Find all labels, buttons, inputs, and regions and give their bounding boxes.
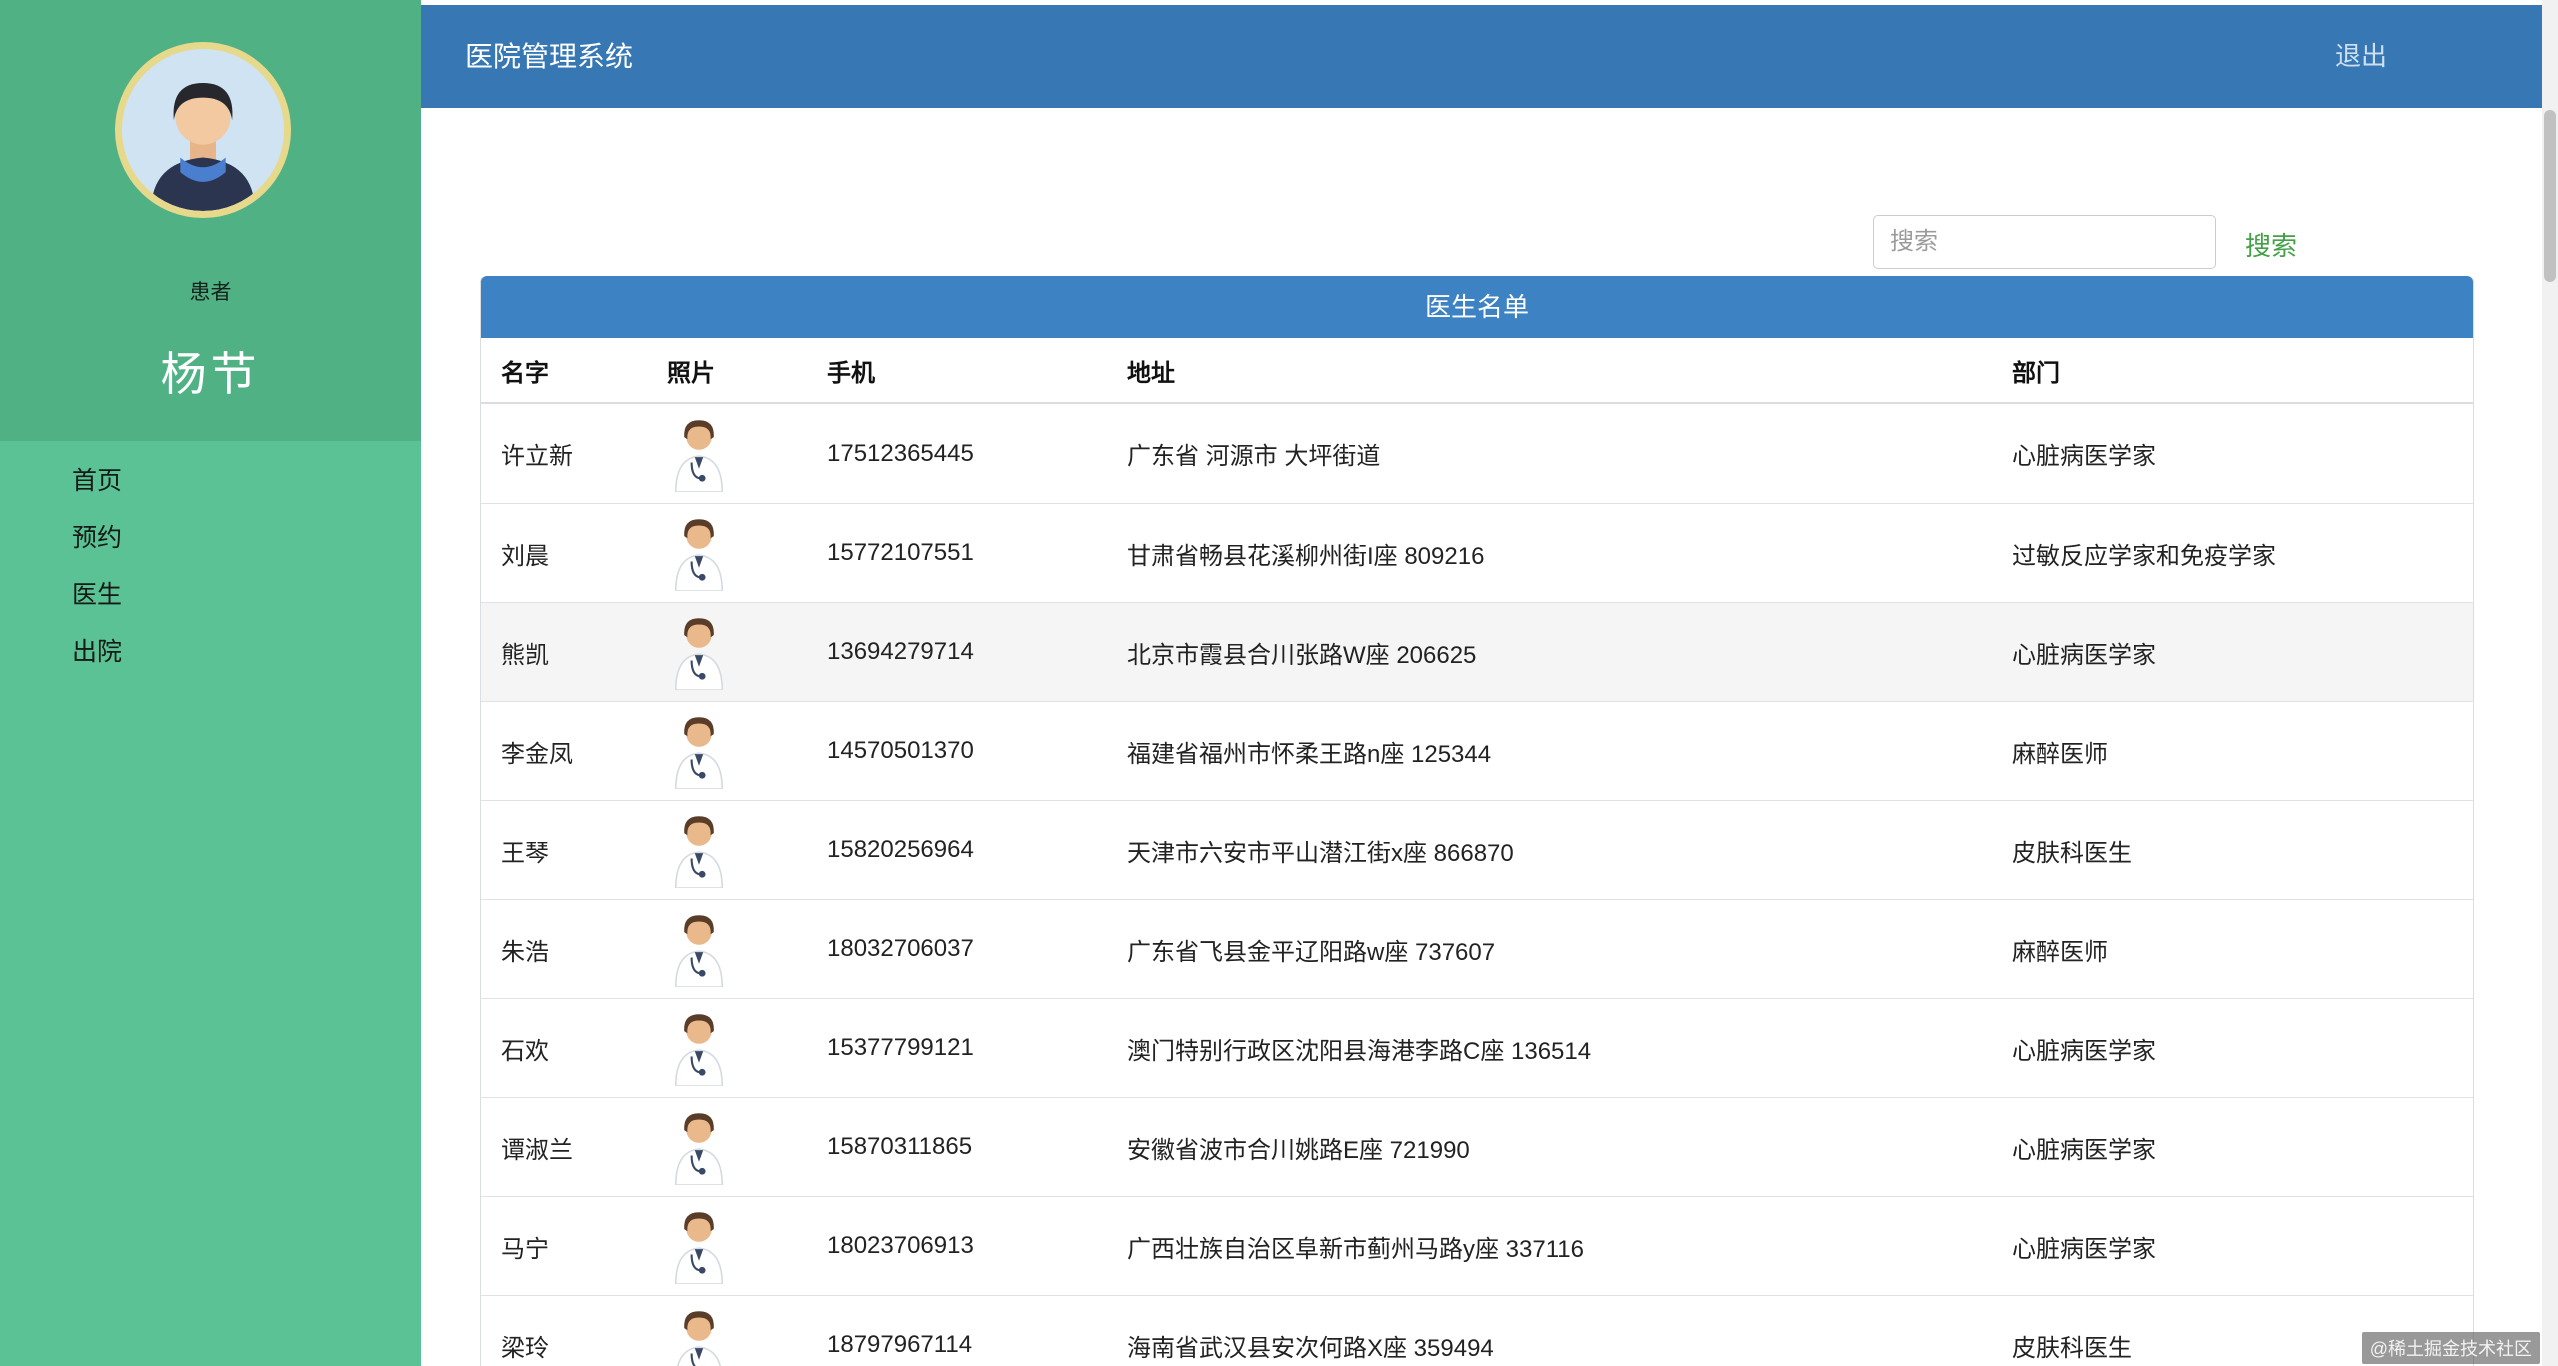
doctor-phone: 15772107551 (827, 539, 974, 566)
doctor-address: 澳门特别行政区沈阳县海港李路C座 136514 (1127, 1037, 1592, 1065)
doctor-photo-icon (647, 1109, 807, 1185)
doctor-name: 石欢 (501, 1037, 549, 1065)
doctor-phone: 18023706913 (827, 1232, 974, 1259)
sidebar-profile: 患者 杨节 (0, 0, 421, 441)
doctor-photo-icon (647, 1208, 807, 1284)
doctor-photo-icon (647, 911, 807, 987)
doctor-table-body: 许立新 17512365445 广东省 河源市 大坪街道 心脏病医学家 刘晨 1… (481, 404, 2473, 1366)
column-header-department: 部门 (2012, 359, 2060, 387)
doctor-name: 许立新 (501, 443, 573, 470)
doctor-photo-icon (647, 1010, 807, 1086)
doctor-list-panel: 医生名单 名字 照片 手机 地址 部门 许立新 17512365445 广东省 … (480, 276, 2474, 1366)
doctor-department: 心脏病医学家 (2012, 1037, 2156, 1065)
patient-name: 杨节 (160, 348, 261, 400)
doctor-address: 福建省福州市怀柔王路n座 125344 (1127, 740, 1492, 768)
doctor-name: 熊凯 (501, 641, 549, 669)
doctor-phone: 14570501370 (827, 737, 974, 764)
doctor-department: 心脏病医学家 (2012, 443, 2156, 470)
doctor-name: 马宁 (501, 1235, 549, 1263)
sidebar-item-doctor[interactable]: 医生 (0, 567, 421, 624)
doctor-name: 梁玲 (501, 1334, 549, 1362)
app-root: 患者 杨节 首页 预约 医生 出院 医院管理系统 退出 搜索 医生名单 名字 照… (0, 0, 2558, 1366)
doctor-phone: 18032706037 (827, 935, 974, 962)
column-header-address: 地址 (1127, 359, 1175, 387)
logout-button[interactable]: 退出 (2335, 5, 2387, 108)
doctor-name: 王琴 (501, 839, 549, 867)
table-row: 刘晨 15772107551 甘肃省畅县花溪柳州街I座 809216 过敏反应学… (481, 503, 2473, 602)
table-row: 谭淑兰 15870311865 安徽省波市合川姚路E座 721990 心脏病医学… (481, 1097, 2473, 1196)
sidebar: 患者 杨节 首页 预约 医生 出院 (0, 0, 421, 1366)
panel-title: 医生名单 (481, 276, 2473, 338)
sidebar-item-home[interactable]: 首页 (0, 453, 421, 510)
doctor-phone: 13694279714 (827, 638, 974, 665)
table-row: 石欢 15377799121 澳门特别行政区沈阳县海港李路C座 136514 心… (481, 998, 2473, 1097)
doctor-address: 安徽省波市合川姚路E座 721990 (1127, 1136, 1470, 1164)
doctor-department: 心脏病医学家 (2012, 1235, 2156, 1263)
doctor-phone: 18797967114 (827, 1331, 973, 1358)
doctor-department: 麻醉医师 (2012, 938, 2108, 966)
doctor-address: 广西壮族自治区阜新市蓟州马路y座 337116 (1127, 1235, 1584, 1263)
doctor-photo-icon (647, 1307, 807, 1366)
doctor-phone: 15820256964 (827, 836, 974, 863)
table-row: 朱浩 18032706037 广东省飞县金平辽阳路w座 737607 麻醉医师 (481, 899, 2473, 998)
app-title: 医院管理系统 (465, 41, 634, 72)
doctor-department: 心脏病医学家 (2012, 1136, 2156, 1164)
doctor-address: 天津市六安市平山潜江街x座 866870 (1127, 839, 1514, 867)
doctor-photo-icon (647, 416, 807, 492)
sidebar-nav: 首页 预约 医生 出院 (0, 453, 421, 681)
vertical-scrollbar[interactable] (2542, 0, 2558, 1366)
doctor-name: 朱浩 (501, 938, 549, 966)
doctor-photo-icon (647, 713, 807, 789)
sidebar-item-appointment[interactable]: 预约 (0, 510, 421, 567)
watermark: @稀土掘金技术社区 (2361, 1332, 2540, 1364)
role-label: 患者 (189, 281, 232, 304)
table-row: 马宁 18023706913 广西壮族自治区阜新市蓟州马路y座 337116 心… (481, 1196, 2473, 1295)
doctor-photo-icon (647, 614, 807, 690)
table-row: 王琴 15820256964 天津市六安市平山潜江街x座 866870 皮肤科医… (481, 800, 2473, 899)
doctor-department: 过敏反应学家和免疫学家 (2012, 542, 2276, 570)
doctor-name: 谭淑兰 (501, 1136, 573, 1164)
doctor-department: 麻醉医师 (2012, 740, 2108, 768)
table-row: 熊凯 13694279714 北京市霞县合川张路W座 206625 心脏病医学家 (481, 602, 2473, 701)
doctor-phone: 15870311865 (827, 1133, 973, 1160)
sidebar-item-discharge[interactable]: 出院 (0, 624, 421, 681)
doctor-address: 北京市霞县合川张路W座 206625 (1127, 641, 1477, 669)
table-header-row: 名字 照片 手机 地址 部门 (481, 338, 2473, 404)
doctor-name: 刘晨 (501, 542, 549, 570)
column-header-name: 名字 (501, 359, 549, 387)
doctor-address: 广东省飞县金平辽阳路w座 737607 (1127, 938, 1496, 966)
doctor-name: 李金凤 (501, 740, 573, 768)
doctor-address: 海南省武汉县安次何路X座 359494 (1127, 1334, 1494, 1362)
search-input[interactable] (1873, 215, 2216, 269)
doctor-department: 心脏病医学家 (2012, 641, 2156, 669)
search-button[interactable]: 搜索 (2245, 226, 2297, 263)
table-row: 李金凤 14570501370 福建省福州市怀柔王路n座 125344 麻醉医师 (481, 701, 2473, 800)
doctor-address: 广东省 河源市 大坪街道 (1127, 443, 1381, 470)
column-header-phone: 手机 (827, 359, 875, 387)
doctor-photo-icon (647, 515, 807, 591)
doctor-department: 皮肤科医生 (2012, 839, 2132, 867)
main-content: 搜索 医生名单 名字 照片 手机 地址 部门 许立新 17512365445 (421, 108, 2542, 1366)
scrollbar-thumb[interactable] (2544, 110, 2556, 282)
doctor-phone: 15377799121 (827, 1034, 974, 1061)
doctor-phone: 17512365445 (827, 439, 974, 467)
patient-avatar-icon (115, 42, 291, 218)
top-header: 医院管理系统 退出 (421, 5, 2542, 108)
doctor-photo-icon (647, 812, 807, 888)
table-row: 许立新 17512365445 广东省 河源市 大坪街道 心脏病医学家 (481, 404, 2473, 503)
table-row: 梁玲 18797967114 海南省武汉县安次何路X座 359494 皮肤科医生 (481, 1295, 2473, 1366)
doctor-address: 甘肃省畅县花溪柳州街I座 809216 (1127, 542, 1485, 570)
column-header-photo: 照片 (667, 359, 715, 387)
